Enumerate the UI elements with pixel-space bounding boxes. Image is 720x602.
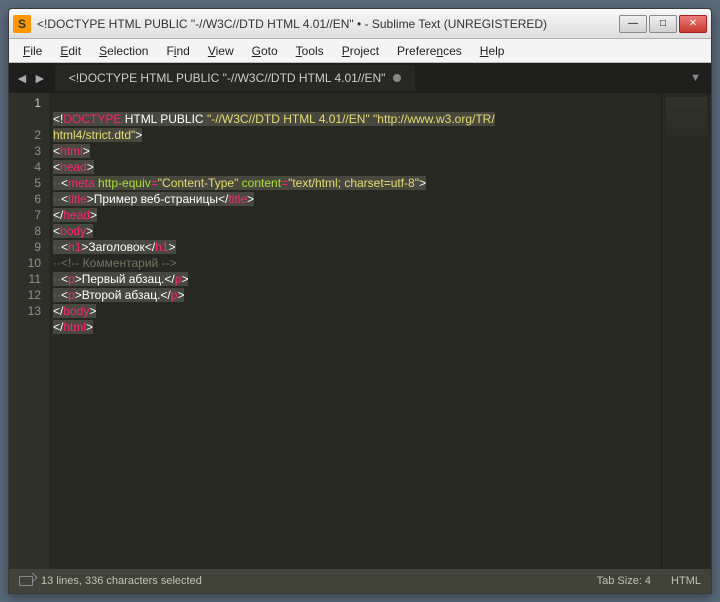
tab-label: <!DOCTYPE HTML PUBLIC "-//W3C//DTD HTML … xyxy=(69,71,386,85)
menu-project[interactable]: Project xyxy=(334,42,387,60)
menu-view[interactable]: View xyxy=(200,42,242,60)
line-number: 8 xyxy=(9,223,41,239)
tab-dirty-icon xyxy=(393,74,401,82)
tab-document[interactable]: <!DOCTYPE HTML PUBLIC "-//W3C//DTD HTML … xyxy=(55,65,416,91)
line-number: 11 xyxy=(9,271,41,287)
tabbar-menu-icon[interactable]: ▼ xyxy=(690,72,701,84)
menu-tools[interactable]: Tools xyxy=(288,42,332,60)
titlebar[interactable]: S <!DOCTYPE HTML PUBLIC "-//W3C//DTD HTM… xyxy=(9,9,711,39)
minimap-viewport xyxy=(666,97,707,137)
app-window: S <!DOCTYPE HTML PUBLIC "-//W3C//DTD HTM… xyxy=(8,8,712,594)
status-syntax[interactable]: HTML xyxy=(671,575,701,587)
menu-goto[interactable]: Goto xyxy=(244,42,286,60)
nav-forward-icon[interactable]: ► xyxy=(33,70,47,86)
line-number: 7 xyxy=(9,207,41,223)
menu-find[interactable]: Find xyxy=(158,42,197,60)
app-icon: S xyxy=(13,15,31,33)
minimap[interactable] xyxy=(661,93,711,569)
line-number: 4 xyxy=(9,159,41,175)
line-number: 5 xyxy=(9,175,41,191)
line-number: 13 xyxy=(9,303,41,319)
nav-back-icon[interactable]: ◄ xyxy=(15,70,29,86)
menu-selection[interactable]: Selection xyxy=(91,42,156,60)
menu-preferences[interactable]: Preferences xyxy=(389,42,470,60)
menu-file[interactable]: File xyxy=(15,42,50,60)
status-tabsize[interactable]: Tab Size: 4 xyxy=(597,575,651,587)
statusbar: 13 lines, 336 characters selected Tab Si… xyxy=(9,569,711,593)
line-number: 6 xyxy=(9,191,41,207)
menubar: File Edit Selection Find View Goto Tools… xyxy=(9,39,711,63)
code-area[interactable]: <!DOCTYPE HTML PUBLIC "-//W3C//DTD HTML … xyxy=(49,93,661,569)
panel-switcher-icon[interactable] xyxy=(19,576,33,586)
line-number: 1 xyxy=(9,95,41,111)
menu-help[interactable]: Help xyxy=(472,42,513,60)
line-number: 2 xyxy=(9,127,41,143)
tabbar: ◄ ► <!DOCTYPE HTML PUBLIC "-//W3C//DTD H… xyxy=(9,63,711,93)
editor[interactable]: 1 2 3 4 5 6 7 8 9 10 11 12 13 <!DOCTYPE … xyxy=(9,93,711,569)
window-title: <!DOCTYPE HTML PUBLIC "-//W3C//DTD HTML … xyxy=(37,17,619,31)
minimize-button[interactable]: — xyxy=(619,15,647,33)
line-number: 3 xyxy=(9,143,41,159)
line-number: 10 xyxy=(9,255,41,271)
maximize-button[interactable]: □ xyxy=(649,15,677,33)
close-button[interactable]: ✕ xyxy=(679,15,707,33)
status-info: 13 lines, 336 characters selected xyxy=(41,575,202,587)
menu-edit[interactable]: Edit xyxy=(52,42,89,60)
line-number: 9 xyxy=(9,239,41,255)
line-gutter: 1 2 3 4 5 6 7 8 9 10 11 12 13 xyxy=(9,93,49,569)
line-number: 12 xyxy=(9,287,41,303)
line-number xyxy=(9,111,41,127)
